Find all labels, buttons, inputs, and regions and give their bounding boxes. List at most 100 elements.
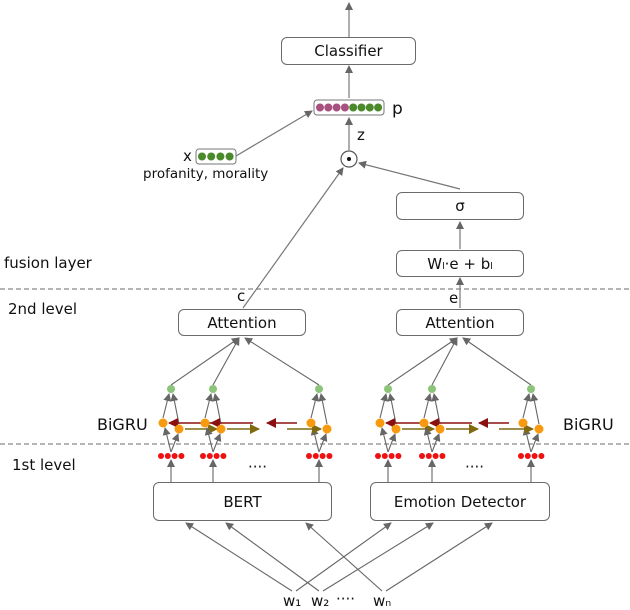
token-embedding-element — [319, 453, 326, 459]
embedding-to-state-edge — [162, 427, 172, 453]
attention-right-label: Attention — [425, 313, 495, 332]
emotion-ellipsis: ···· — [465, 458, 485, 476]
p-vector-element — [349, 103, 358, 112]
state-to-attention-edge — [379, 393, 389, 419]
c-to-hadamard-edge — [242, 167, 344, 309]
second-level-label: 2nd level — [8, 300, 78, 318]
attention-left-label: Attention — [207, 313, 277, 332]
embedding-to-state-edge — [310, 427, 320, 453]
bert-ellipsis: ···· — [248, 458, 268, 476]
emotion-detector-label: Emotion Detector — [393, 492, 527, 511]
fusion-layer-label: fusion layer — [4, 254, 92, 272]
token-embedding-element — [158, 453, 164, 459]
token-embedding-element — [439, 453, 446, 459]
attention-weight-node — [527, 385, 535, 393]
sigma-label: σ — [455, 197, 465, 215]
word-to-emotion-edge — [385, 522, 493, 592]
token-embedding-element — [419, 453, 425, 459]
gru-forward-state — [435, 424, 445, 434]
state-to-attention-edge — [204, 393, 214, 419]
x-to-p-edge — [235, 110, 313, 157]
embedding-to-state-edge — [530, 433, 540, 453]
embedding-to-state-edge — [431, 433, 441, 453]
token-embedding-element — [312, 453, 319, 459]
classifier-label: Classifier — [314, 42, 383, 60]
gru-forward-state — [322, 424, 332, 434]
token-embedding-element — [425, 453, 432, 459]
token-embedding-element — [178, 453, 185, 459]
gru-backward-state — [518, 418, 528, 428]
token-embedding-element — [220, 453, 227, 459]
state-to-attention-edge — [522, 393, 532, 419]
state-to-attention-edge — [387, 393, 397, 425]
token-embedding-element — [518, 453, 524, 459]
attention-left-box: Attention — [178, 309, 306, 336]
x-vector-element — [198, 152, 206, 161]
state-to-attention-edge — [318, 393, 328, 425]
token-embedding-element — [381, 453, 388, 459]
token-embedding-element — [171, 453, 178, 459]
p-label: p — [392, 99, 403, 119]
bert-label: BERT — [223, 492, 262, 511]
linear-box: Wₗ·e + bₗ — [396, 250, 524, 277]
attention-input-edge — [170, 337, 240, 386]
x-description: profanity, morality — [143, 166, 269, 182]
input-dots: ···· — [336, 590, 356, 608]
attention-input-edge — [462, 337, 532, 386]
state-to-attention-edge — [530, 393, 540, 425]
attention-weight-node — [428, 385, 436, 393]
gru-forward-state — [174, 424, 184, 434]
x-vector-element — [216, 152, 225, 161]
e-label: e — [449, 289, 459, 307]
gru-backward-state — [200, 418, 210, 428]
state-to-attention-edge — [212, 393, 222, 425]
gru-forward-state — [391, 424, 401, 434]
embedding-to-state-edge — [522, 427, 532, 453]
token-embedding-element — [524, 453, 531, 459]
input-edges — [185, 522, 493, 592]
x-label: x — [183, 147, 192, 165]
gru-forward-state — [534, 424, 544, 434]
embedding-to-state-edge — [318, 433, 328, 453]
word-to-bert-edge — [305, 522, 383, 592]
bigru-right-label: BiGRU — [563, 415, 614, 434]
x-vector-element — [225, 152, 234, 161]
sigma-to-hadamard-edge — [358, 160, 461, 190]
embedding-to-state-edge — [379, 427, 389, 453]
attention-weight-node — [209, 385, 217, 393]
state-to-attention-edge — [423, 393, 433, 419]
p-vector-element — [332, 103, 341, 112]
emotion-detector-box: Emotion Detector — [370, 482, 550, 521]
token-embedding-element — [206, 453, 213, 459]
gru-backward-state — [306, 418, 316, 428]
token-embedding-element — [531, 453, 538, 459]
state-to-attention-edge — [431, 393, 441, 425]
state-to-attention-edge — [310, 393, 320, 419]
token-embedding-element — [375, 453, 381, 459]
attention-input-edge — [212, 337, 240, 386]
embedding-to-state-edge — [170, 433, 180, 453]
p-vector-element — [340, 103, 349, 112]
token-embedding-element — [432, 453, 439, 459]
token-embedding-element — [306, 453, 312, 459]
gru-backward-state — [375, 418, 385, 428]
linear-label: Wₗ·e + bₗ — [427, 254, 493, 273]
p-vector-element — [365, 103, 374, 112]
input-w2: w₂ — [311, 592, 330, 610]
z-label: z — [357, 126, 365, 144]
embedding-to-state-edge — [204, 427, 214, 453]
c-label: c — [237, 287, 246, 305]
sigma-box: σ — [396, 192, 524, 220]
attention-weight-node — [167, 385, 175, 393]
gru-backward-state — [419, 418, 429, 428]
x-vector-element — [207, 152, 216, 161]
embedding-to-state-edge — [212, 433, 222, 453]
embedding-to-state-edge — [423, 427, 433, 453]
token-embedding-element — [388, 453, 395, 459]
token-embedding-element — [213, 453, 220, 459]
word-to-bert-edge — [185, 522, 293, 592]
word-to-emotion-edge — [322, 522, 434, 592]
token-embedding-element — [164, 453, 171, 459]
attention-input-edge — [244, 337, 320, 386]
p-vector-element — [324, 103, 333, 112]
